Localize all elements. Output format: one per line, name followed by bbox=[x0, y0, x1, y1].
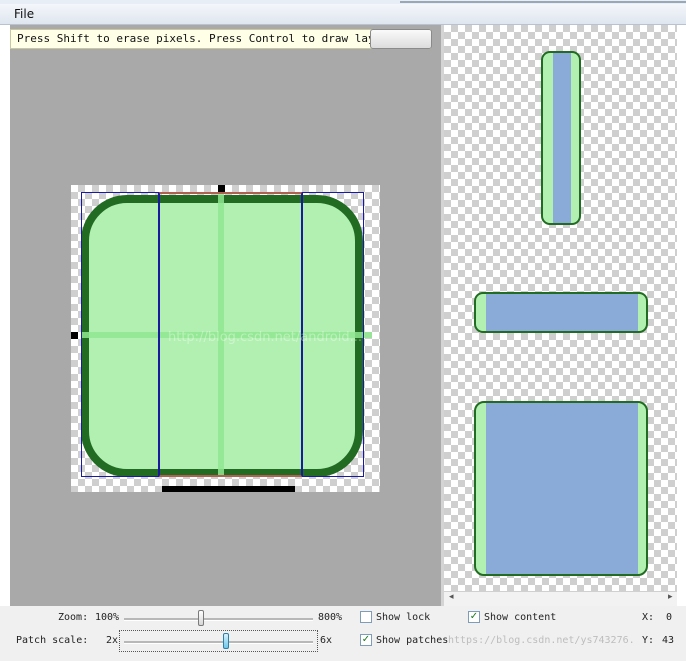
preview-wide bbox=[474, 292, 648, 333]
patch-min-label: 2x bbox=[106, 635, 119, 646]
zoom-label: Zoom: bbox=[58, 612, 89, 623]
y-coordinate-value: 43 bbox=[662, 635, 675, 646]
show-lock-label: Show lock bbox=[376, 612, 431, 623]
bounds-outline-left bbox=[81, 192, 159, 477]
zoom-max-label: 800% bbox=[318, 612, 343, 623]
zoom-min-label: 100% bbox=[95, 612, 120, 623]
window-right-edge bbox=[677, 25, 686, 606]
x-coordinate-value: 0 bbox=[666, 612, 673, 623]
show-patches-label: Show patches bbox=[376, 635, 449, 646]
preview-wide-content bbox=[486, 294, 638, 331]
status-watermark: https://blog.csdn.net/ys743276... bbox=[448, 635, 634, 646]
preview-horizontal-scrollbar[interactable]: ◂ ▸ bbox=[444, 591, 677, 606]
bottom-content-marker[interactable] bbox=[162, 486, 295, 492]
patch-scale-label: Patch scale: bbox=[16, 635, 89, 646]
left-stretch-marker[interactable] bbox=[71, 332, 78, 339]
top-stretch-marker[interactable] bbox=[218, 185, 225, 192]
zoom-slider-thumb[interactable] bbox=[198, 610, 205, 626]
patch-scale-slider-track[interactable] bbox=[124, 641, 313, 644]
patch-max-label: 6x bbox=[320, 635, 333, 646]
y-coordinate-label: Y: bbox=[642, 635, 655, 646]
preview-large-content bbox=[486, 403, 638, 574]
file-menu[interactable]: File bbox=[14, 7, 34, 21]
scroll-left-icon[interactable]: ◂ bbox=[449, 592, 454, 602]
hint-bar: Press Shift to erase pixels. Press Contr… bbox=[10, 29, 431, 49]
show-content-label: Show content bbox=[484, 612, 557, 623]
menu-bar: File bbox=[0, 4, 686, 25]
show-content-checkbox[interactable]: ✓ bbox=[468, 611, 480, 623]
watermark-text: http://blog.csdn.net/android... bbox=[168, 330, 363, 345]
patch-scale-slider-thumb[interactable] bbox=[223, 633, 230, 649]
x-coordinate-label: X: bbox=[642, 612, 655, 623]
control-bar: Zoom: 100% 800% Patch scale: 2x 6x Show … bbox=[0, 606, 686, 661]
preview-tall-content bbox=[553, 53, 571, 223]
scroll-right-icon[interactable]: ▸ bbox=[668, 592, 673, 602]
show-patches-checkbox[interactable]: ✓ bbox=[360, 634, 372, 646]
preview-large bbox=[474, 401, 648, 576]
preview-tall bbox=[541, 51, 581, 225]
zoom-slider-track[interactable] bbox=[124, 618, 313, 621]
hint-dismiss-button[interactable] bbox=[370, 29, 432, 49]
show-lock-checkbox[interactable] bbox=[360, 611, 372, 623]
